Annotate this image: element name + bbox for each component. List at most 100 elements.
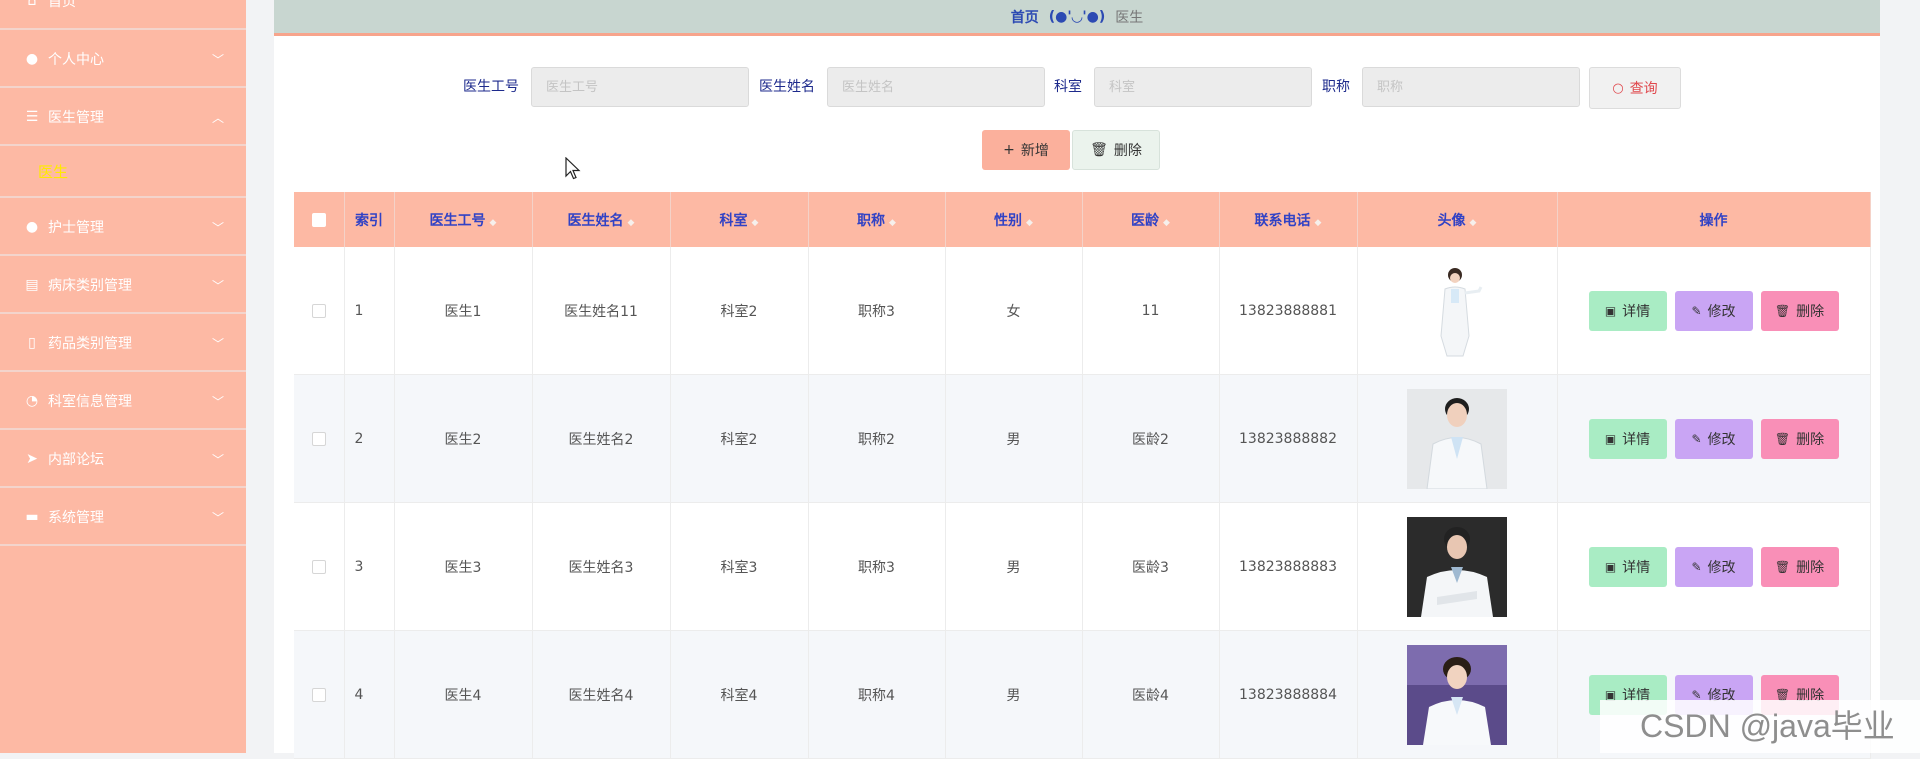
column-header-label: 索引 (355, 212, 383, 229)
query-button[interactable]: ○ 查询 (1589, 67, 1681, 109)
column-header-years[interactable]: 医龄 ◆ (1082, 192, 1220, 247)
column-header-label: 医生姓名 (567, 212, 624, 229)
cell-gender: 女 (945, 247, 1083, 375)
breadcrumb-home[interactable]: 首页 (1011, 7, 1039, 27)
sort-icon[interactable]: ◆ (1163, 218, 1170, 228)
column-header-title[interactable]: 职称 ◆ (808, 192, 946, 247)
menu-item-home[interactable]: ⌂ 首页 (0, 0, 246, 30)
breadcrumb-current: 医生 (1115, 9, 1144, 26)
gauge-icon: ◔ (25, 393, 39, 409)
cell-actions: ▣ 详情 ✎ 修改 🗑 删除 (1557, 374, 1871, 503)
breadcrumb-separator: (●'◡'●) (1048, 8, 1106, 25)
department-label: 科室 (1054, 79, 1082, 95)
column-header-label: 操作 (1699, 212, 1728, 229)
query-label: 查询 (1629, 81, 1658, 97)
cell-actions: ▣ 详情 ✎ 修改 🗑 删除 (1557, 247, 1871, 375)
add-button[interactable]: + 新增 (982, 130, 1070, 170)
table-header-row: 索引 医生工号 ◆ 医生姓名 ◆ 科室 ◆ 职称 ◆ 性别 ◆ 医龄 ◆ 联系电话 ◆ 头像 ◆… (294, 192, 1871, 247)
menu-item-system-management[interactable]: ▬ 系统管理 ﹀ (0, 490, 246, 546)
sort-icon[interactable]: ◆ (628, 218, 635, 228)
cell-doctor-id: 医生2 (394, 374, 533, 503)
detail-button[interactable]: ▣ 详情 (1588, 290, 1667, 331)
action-bar: + 新增 🗑 删除 (274, 130, 1880, 170)
sidebar: ⌂ 首页 ● 个人中心 ﹀ ☰ 医生管理 ︿ 医生 ● 护士管理 ﹀ ▤ 病床类… (0, 0, 246, 753)
cell-index: 4 (344, 630, 395, 759)
chevron-down-icon: ﹀ (211, 220, 224, 235)
menu-item-nurse-management[interactable]: ● 护士管理 ﹀ (0, 200, 246, 256)
sort-icon[interactable]: ◆ (752, 218, 759, 228)
search-icon: ○ (1612, 80, 1624, 96)
column-header-department[interactable]: 科室 ◆ (670, 192, 809, 247)
menu-label: 药品类别管理 (48, 336, 132, 352)
sort-icon[interactable]: ◆ (490, 218, 497, 228)
row-checkbox[interactable] (311, 431, 326, 446)
department-input[interactable] (1094, 67, 1312, 107)
menu-item-bed-category[interactable]: ▤ 病床类别管理 ﹀ (0, 258, 246, 314)
menu-label: 系统管理 (48, 510, 104, 526)
sort-icon[interactable]: ◆ (1026, 218, 1033, 228)
chevron-down-icon: ﹀ (211, 52, 224, 67)
submenu-item-doctor[interactable]: 医生 (0, 146, 246, 198)
sort-icon[interactable]: ◆ (889, 218, 896, 228)
menu-item-department-info[interactable]: ◔ 科室信息管理 ﹀ (0, 374, 246, 430)
column-header-label: 医龄 (1131, 212, 1160, 229)
cell-gender: 男 (945, 630, 1083, 759)
select-all-checkbox[interactable] (311, 212, 326, 227)
column-header-phone[interactable]: 联系电话 ◆ (1219, 192, 1358, 247)
menu-item-drug-category[interactable]: ▯ 药品类别管理 ﹀ (0, 316, 246, 372)
send-icon: ➤ (26, 451, 38, 467)
menu-item-internal-forum[interactable]: ➤ 内部论坛 ﹀ (0, 432, 246, 488)
edit-button[interactable]: ✎ 修改 (1674, 546, 1753, 587)
delete-button[interactable]: 🗑 删除 (1760, 418, 1839, 459)
detail-button[interactable]: ▣ 详情 (1588, 418, 1667, 459)
trash-icon: 🗑 (1774, 303, 1791, 318)
row-select-cell (294, 374, 345, 503)
edit-label: 修改 (1707, 559, 1736, 576)
table-row: 3 医生3 医生姓名3 科室3 职称3 男 医龄3 13823888883 ▣ … (294, 502, 1871, 631)
column-header-label: 医生工号 (429, 212, 486, 229)
column-header-avatar[interactable]: 头像 ◆ (1357, 192, 1558, 247)
menu-label: 首页 (48, 0, 76, 10)
row-checkbox[interactable] (311, 559, 326, 574)
user-icon: ● (25, 51, 39, 67)
cell-doctor-id: 医生1 (394, 247, 533, 375)
chevron-down-icon: ﹀ (211, 394, 224, 409)
cell-department: 科室2 (670, 374, 809, 503)
trash-icon: 🗑 (1090, 142, 1108, 158)
sort-icon[interactable]: ◆ (1315, 218, 1322, 228)
cell-years: 医龄2 (1082, 374, 1220, 503)
delete-button[interactable]: 🗑 删除 (1760, 546, 1839, 587)
bulk-delete-button[interactable]: 🗑 删除 (1072, 130, 1160, 170)
row-checkbox[interactable] (311, 303, 326, 318)
submenu-label: 医生 (38, 162, 69, 181)
doctor-name-input[interactable] (827, 67, 1045, 107)
column-header-doctor-id[interactable]: 医生工号 ◆ (394, 192, 533, 247)
menu-label: 科室信息管理 (48, 394, 132, 410)
cell-title: 职称3 (808, 247, 946, 375)
menu-item-personal-center[interactable]: ● 个人中心 ﹀ (0, 32, 246, 88)
table-row: 1 医生1 医生姓名11 科室2 职称3 女 11 13823888881 ▣ … (294, 247, 1871, 375)
edit-button[interactable]: ✎ 修改 (1674, 418, 1753, 459)
cell-doctor-name: 医生姓名3 (532, 502, 671, 631)
cell-title: 职称2 (808, 374, 946, 503)
cell-gender: 男 (945, 374, 1083, 503)
trash-icon: 🗑 (1774, 559, 1791, 574)
cell-doctor-name: 医生姓名4 (532, 630, 671, 759)
row-select-cell (294, 502, 345, 631)
doctor-avatar-image (1407, 260, 1507, 361)
cell-years: 医龄4 (1082, 630, 1220, 759)
column-header-doctor-name[interactable]: 医生姓名 ◆ (532, 192, 671, 247)
detail-button[interactable]: ▣ 详情 (1588, 546, 1667, 587)
column-header-gender[interactable]: 性别 ◆ (945, 192, 1083, 247)
sort-icon[interactable]: ◆ (1470, 218, 1477, 228)
menu-item-doctor-management[interactable]: ☰ 医生管理 ︿ (0, 90, 246, 146)
cell-phone: 13823888881 (1219, 247, 1358, 375)
delete-button[interactable]: 🗑 删除 (1760, 290, 1839, 331)
trash-icon: 🗑 (1774, 431, 1791, 446)
cell-index: 1 (344, 247, 395, 375)
delete-label: 删除 (1796, 431, 1825, 448)
edit-button[interactable]: ✎ 修改 (1674, 290, 1753, 331)
doctor-id-input[interactable] (531, 67, 749, 107)
title-input[interactable] (1362, 67, 1580, 107)
row-checkbox[interactable] (311, 687, 326, 702)
